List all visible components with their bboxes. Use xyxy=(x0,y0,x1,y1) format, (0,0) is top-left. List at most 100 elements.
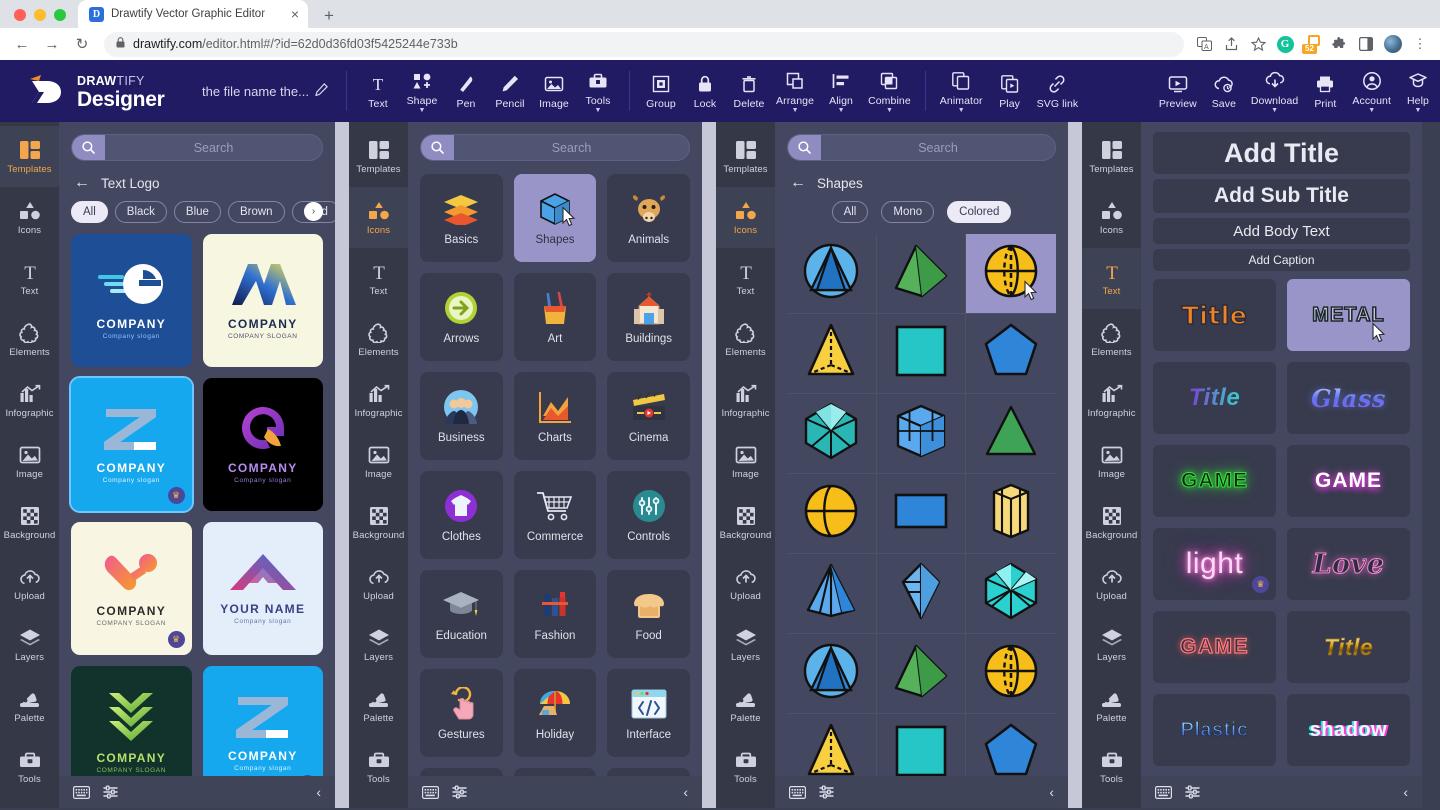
filter-chip-all[interactable]: All xyxy=(832,201,869,223)
toolbar-item-text[interactable]: T Text xyxy=(356,62,400,120)
sidebar-item-text[interactable]: T Text xyxy=(349,248,408,309)
shape-cell-green-pyramid[interactable] xyxy=(877,234,967,314)
panel-scrollbar[interactable] xyxy=(702,122,716,808)
sidebar-item-elements[interactable]: Elements xyxy=(0,309,59,370)
sidebar-item-infographic[interactable]: Infographic xyxy=(0,370,59,431)
shape-cell-blue-octahedron[interactable] xyxy=(877,554,967,634)
icon-category-fashion[interactable]: Fashion xyxy=(514,570,597,658)
forward-icon[interactable]: → xyxy=(38,30,66,58)
toolbar-item-pen[interactable]: Pen xyxy=(444,62,488,120)
shape-cell-teal-square[interactable] xyxy=(877,314,967,394)
sidebar-item-palette[interactable]: Palette xyxy=(1082,675,1141,736)
icon-category-education[interactable]: Education xyxy=(420,570,503,658)
sidebar-item-templates[interactable]: Templates xyxy=(716,126,775,187)
toolbar-item-combine[interactable]: Combine ▼ xyxy=(863,62,916,120)
toolbar-item-animator[interactable]: Animator ▼ xyxy=(935,62,988,120)
template-card[interactable]: COMPANY COMPANY SLOGAN ♛ xyxy=(71,522,192,655)
icon-category-arrows[interactable]: Arrows xyxy=(420,273,503,361)
sidebar-item-icons[interactable]: Icons xyxy=(0,187,59,248)
shape-cell-circle-triangle[interactable] xyxy=(787,234,877,314)
shape-cell-yellow-globe[interactable] xyxy=(966,634,1056,714)
text-style-card[interactable]: light ♛ xyxy=(1153,528,1276,600)
edit-pencil-icon[interactable] xyxy=(315,83,328,99)
back-icon[interactable]: ← xyxy=(8,30,36,58)
minimize-window-button[interactable] xyxy=(34,9,46,21)
collapse-panel-icon[interactable]: ‹ xyxy=(316,784,321,800)
sidebar-item-upload[interactable]: Upload xyxy=(1082,553,1141,614)
toolbar-item-image[interactable]: Image xyxy=(532,62,576,120)
shape-cell-green-pyramid[interactable] xyxy=(877,634,967,714)
filter-chip-mono[interactable]: Mono xyxy=(881,201,934,223)
sidebar-item-elements[interactable]: Elements xyxy=(349,309,408,370)
template-card[interactable]: YOUR NAME Company slogan xyxy=(203,522,324,655)
chevron-down-icon[interactable]: ▼ xyxy=(1368,108,1375,113)
sidebar-item-infographic[interactable]: Infographic xyxy=(349,370,408,431)
sidebar-item-upload[interactable]: Upload xyxy=(716,553,775,614)
extensions-puzzle-icon[interactable] xyxy=(1327,32,1351,56)
chevron-down-icon[interactable]: ▼ xyxy=(1271,108,1278,113)
add-text-cap-button[interactable]: Add Caption xyxy=(1153,249,1410,271)
template-card[interactable]: COMPANY Company slogan ♛ xyxy=(71,378,192,511)
text-style-card[interactable]: Title xyxy=(1153,362,1276,434)
shape-cell-yellow-cone[interactable] xyxy=(787,314,877,394)
shapes-breadcrumb[interactable]: ← Shapes xyxy=(787,161,1056,201)
icon-category-light[interactable]: Light xyxy=(420,768,503,776)
icon-category-art[interactable]: Art xyxy=(514,273,597,361)
sliders-icon[interactable] xyxy=(103,785,118,799)
back-arrow-icon[interactable]: ← xyxy=(74,175,90,191)
icon-category-charts[interactable]: Charts xyxy=(514,372,597,460)
sidebar-item-tools[interactable]: Tools xyxy=(0,736,59,797)
sidebar-item-image[interactable]: Image xyxy=(1082,431,1141,492)
toolbar-item-lock[interactable]: Lock xyxy=(683,62,727,120)
toolbar-item-play[interactable]: Play xyxy=(988,62,1032,120)
text-style-card[interactable]: GAME xyxy=(1153,611,1276,683)
toolbar-item-svg link[interactable]: SVG link xyxy=(1032,62,1084,120)
text-style-card[interactable]: Love xyxy=(1287,528,1410,600)
close-window-button[interactable] xyxy=(14,9,26,21)
chevron-down-icon[interactable]: ▼ xyxy=(1415,108,1422,113)
sidebar-item-layers[interactable]: Layers xyxy=(1082,614,1141,675)
toolbar-item-print[interactable]: Print xyxy=(1303,62,1347,120)
icon-category-shapes[interactable]: Shapes xyxy=(514,174,597,262)
sidebar-item-layers[interactable]: Layers xyxy=(0,614,59,675)
sidebar-item-layers[interactable]: Layers xyxy=(349,614,408,675)
icon-category-monuments[interactable]: Monuments xyxy=(607,768,690,776)
sidebar-item-background[interactable]: Background xyxy=(349,492,408,553)
icon-category-cinema[interactable]: Cinema xyxy=(607,372,690,460)
shapes-search-box[interactable] xyxy=(787,134,1056,161)
share-icon[interactable] xyxy=(1219,32,1243,56)
sidebar-item-infographic[interactable]: Infographic xyxy=(716,370,775,431)
sidebar-item-templates[interactable]: Templates xyxy=(349,126,408,187)
sidebar-item-elements[interactable]: Elements xyxy=(1082,309,1141,370)
keyboard-icon[interactable] xyxy=(422,786,439,799)
shape-cell-teal-square[interactable] xyxy=(877,714,967,776)
toolbar-item-delete[interactable]: Delete xyxy=(727,62,771,120)
text-style-card[interactable]: Glass xyxy=(1287,362,1410,434)
template-card[interactable]: COMPANY COMPANY SLOGAN xyxy=(71,666,192,776)
sidebar-item-upload[interactable]: Upload xyxy=(349,553,408,614)
sidebar-item-text[interactable]: T Text xyxy=(716,248,775,309)
icon-category-commerce[interactable]: Commerce xyxy=(514,471,597,559)
shape-cell-cyan-polyhedron[interactable] xyxy=(966,554,1056,634)
filter-chip-brown[interactable]: Brown xyxy=(228,201,285,223)
shape-cell-blue-pentagon[interactable] xyxy=(966,714,1056,776)
sidebar-item-templates[interactable]: Templates xyxy=(1082,126,1141,187)
shapes-search-input[interactable] xyxy=(821,141,1055,155)
template-card[interactable]: COMPANY COMPANY SLOGAN xyxy=(203,234,324,367)
sliders-icon[interactable] xyxy=(1185,785,1200,799)
filter-chip-blue[interactable]: Blue xyxy=(174,201,221,223)
toolbar-item-help[interactable]: Help ▼ xyxy=(1396,62,1440,120)
panel-scrollbar[interactable] xyxy=(1068,122,1082,808)
shape-cell-yellow-sphere[interactable] xyxy=(787,474,877,554)
chevron-down-icon[interactable]: ▼ xyxy=(419,108,426,113)
shape-cell-teal-icosahedron[interactable] xyxy=(787,394,877,474)
text-style-card[interactable]: GAME xyxy=(1287,445,1410,517)
toolbar-item-tools[interactable]: Tools ▼ xyxy=(576,62,620,120)
browser-tab[interactable]: D Drawtify Vector Graphic Editor × xyxy=(78,0,308,28)
shape-cell-green-triangle[interactable] xyxy=(966,394,1056,474)
filter-chip-black[interactable]: Black xyxy=(115,201,167,223)
sidebar-item-image[interactable]: Image xyxy=(0,431,59,492)
avatar[interactable] xyxy=(1381,32,1405,56)
toolbar-item-preview[interactable]: Preview xyxy=(1154,62,1202,120)
icon-category-clothes[interactable]: Clothes xyxy=(420,471,503,559)
